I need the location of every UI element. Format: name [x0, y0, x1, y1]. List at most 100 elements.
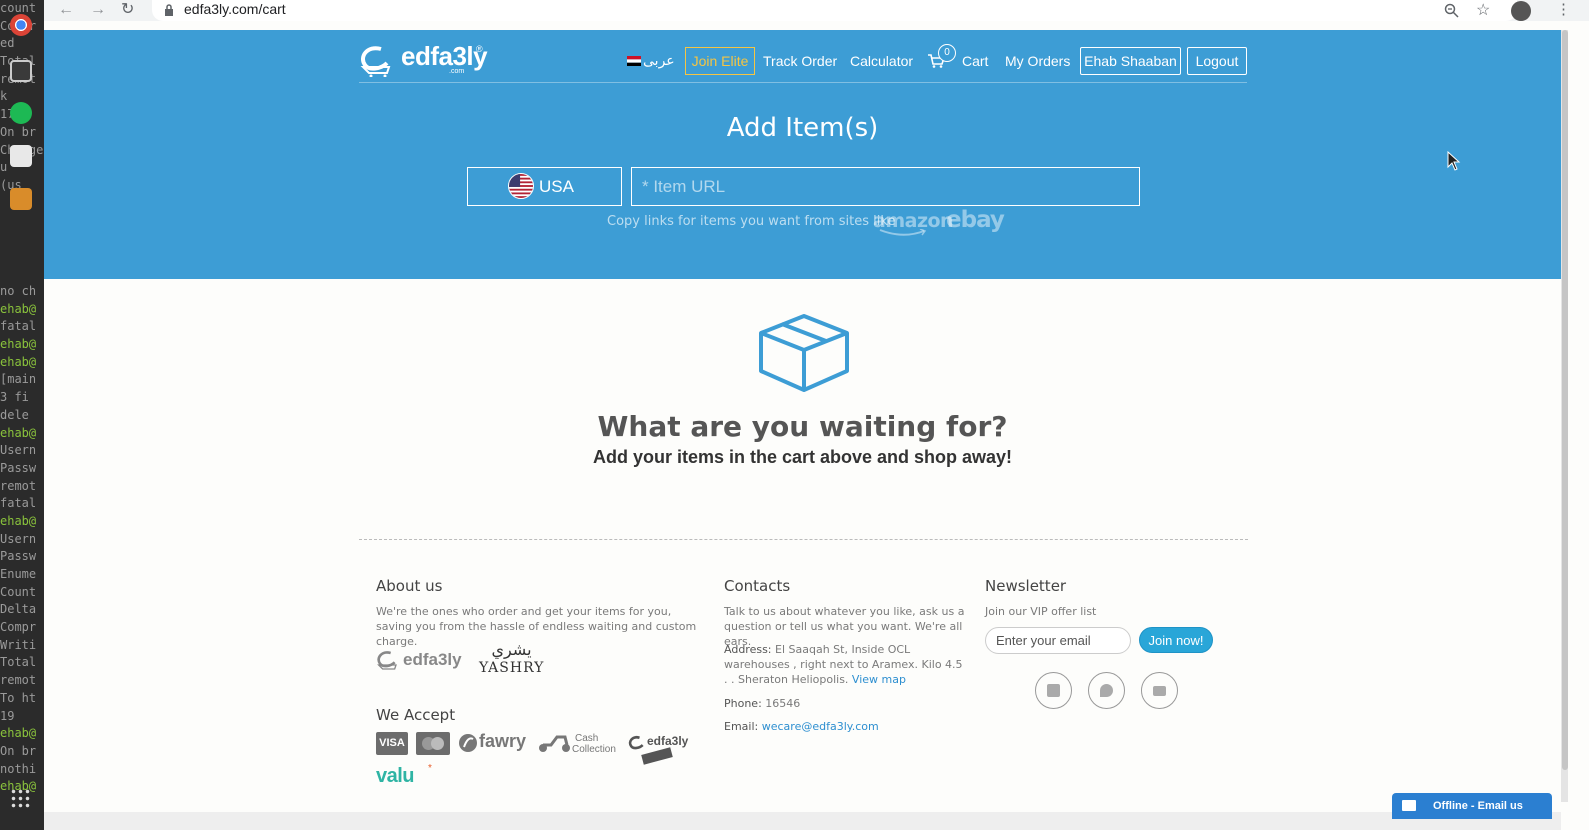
calculator-link[interactable]: Calculator [850, 47, 913, 75]
app-grid-icon[interactable] [10, 788, 32, 810]
newsletter-email-input[interactable] [985, 627, 1131, 654]
terminal-line: Writi [0, 637, 37, 652]
twitter-icon[interactable] [1088, 672, 1125, 709]
header-divider [359, 82, 1247, 83]
track-order-link[interactable]: Track Order [763, 47, 837, 75]
cart-link[interactable]: Cart [962, 47, 988, 75]
terminal-line: remot [0, 673, 37, 688]
terminal-line: nothi [0, 761, 37, 776]
url-text: edfa3ly.com/cart [184, 1, 286, 17]
files-icon[interactable] [10, 145, 32, 167]
profile-avatar[interactable] [1511, 1, 1531, 21]
terminal-line: ehab@ [0, 301, 37, 316]
edfa3ly-pay-logo: edfa3ly [628, 731, 688, 769]
add-items-section: edfa3ly ® .com عربى Join Elite Track Ord… [44, 30, 1561, 279]
view-map-link[interactable]: View map [852, 673, 906, 686]
terminal-line: Enume [0, 567, 37, 581]
terminal-line: fatal [0, 496, 37, 511]
item-url-input[interactable] [631, 167, 1140, 206]
edfa3ly-footer-logo-text: edfa3ly [403, 650, 462, 669]
fawry-icon [459, 734, 477, 752]
bottom-strip [44, 812, 1561, 830]
terminal-line: [main [0, 372, 37, 387]
edfa3ly-footer-logo[interactable]: edfa3ly [376, 646, 466, 676]
valu-star-icon: * [428, 763, 432, 774]
terminal-line: Compr [0, 620, 37, 635]
collection-label: Collection [572, 744, 616, 755]
language-switch-link[interactable]: عربى [643, 47, 675, 75]
terminal-line: ed [0, 36, 15, 51]
terminal-line: Total [0, 655, 37, 670]
edfa3ly-logo[interactable]: edfa3ly ® .com [359, 39, 488, 77]
about-us-heading: About us [376, 577, 443, 595]
zoom-out-icon[interactable] [1444, 3, 1459, 18]
cash-collection-logo: Cash Collection [572, 733, 616, 755]
usa-flag-icon [508, 173, 534, 199]
terminal-line: On br [0, 124, 37, 139]
logout-button[interactable]: Logout [1187, 47, 1247, 75]
email-link[interactable]: wecare@edfa3ly.com [762, 720, 879, 733]
facebook-icon[interactable] [1035, 672, 1072, 709]
envelope-icon [1402, 800, 1416, 811]
chrome-icon[interactable] [10, 14, 32, 36]
offline-chat-widget[interactable]: Offline - Email us [1392, 793, 1552, 819]
we-accept-heading: We Accept [376, 706, 456, 724]
address-block: Address: El Saaqah St, Inside OCL wareho… [724, 642, 964, 687]
egypt-flag-icon [627, 56, 641, 66]
yashry-logo[interactable]: يشري YASHRY [479, 641, 544, 677]
user-name-button[interactable]: Ehab Shaaban [1080, 47, 1181, 75]
window-manager-icon[interactable] [10, 60, 32, 82]
terminal-line: fatal [0, 319, 37, 334]
ebay-logo: ebay [946, 207, 1005, 233]
join-elite-button[interactable]: Join Elite [685, 47, 755, 75]
scooter-icon [539, 735, 570, 752]
logo-com: .com [449, 68, 465, 75]
browser-menu-icon[interactable]: ⋮ [1556, 0, 1571, 20]
terminal-line: 19 [0, 708, 15, 723]
terminal-line: Passw [0, 549, 37, 564]
email-label: Email: [724, 720, 759, 733]
add-items-title: Add Item(s) [726, 113, 879, 143]
logo-reg: ® [476, 44, 483, 54]
terminal-line: remot [0, 478, 37, 493]
logo-text: edfa3ly [401, 41, 488, 71]
valu-logo-text: valu [376, 765, 415, 787]
terminal-line: no ch [0, 284, 37, 298]
join-now-button[interactable]: Join now! [1139, 627, 1213, 653]
forward-icon[interactable]: → [90, 0, 106, 20]
cart-logo-gray-icon [377, 651, 397, 670]
newsletter-text: Join our VIP offer list [985, 605, 1097, 618]
chat-label: Offline - Email us [1433, 800, 1523, 812]
my-orders-link[interactable]: My Orders [1005, 47, 1070, 75]
image-viewer-icon[interactable] [10, 188, 32, 210]
copy-links-hint: Copy links for items you want from sites… [607, 214, 896, 229]
country-select-button[interactable]: USA [467, 167, 622, 206]
back-icon[interactable]: ← [58, 0, 74, 20]
phone-number: 16546 [765, 697, 801, 710]
terminal-line: 3 fi [0, 390, 29, 405]
page-scrollbar-thumb[interactable] [1562, 30, 1568, 770]
mouse-cursor-icon [1447, 151, 1461, 171]
terminal-line: Delta [0, 602, 37, 617]
terminal-line: ehab@ [0, 354, 37, 369]
terminal-line: ehab@ [0, 337, 37, 352]
address-bar[interactable]: edfa3ly.com/cart ☆ [152, 0, 1517, 21]
spotify-icon[interactable] [10, 102, 32, 124]
email-block: Email: wecare@edfa3ly.com [724, 719, 879, 734]
youtube-icon[interactable] [1141, 672, 1178, 709]
bookmark-star-icon[interactable]: ☆ [1476, 0, 1490, 20]
cart-count-badge: 0 [938, 44, 956, 62]
country-label: USA [539, 177, 574, 196]
edfa3ly-pay-logo-text: edfa3ly [647, 734, 689, 748]
empty-cart-subtitle: Add your items in the cart above and sho… [592, 447, 1013, 467]
amazon-smile-icon [879, 229, 927, 236]
empty-cart-title: What are you waiting for? [597, 410, 1008, 443]
newsletter-heading: Newsletter [985, 577, 1067, 595]
terminal-line: ehab@ [0, 513, 37, 528]
yashry-logo-text: YASHRY [479, 660, 545, 676]
reload-icon[interactable]: ↻ [121, 0, 134, 20]
visa-logo: VISA [376, 732, 408, 755]
